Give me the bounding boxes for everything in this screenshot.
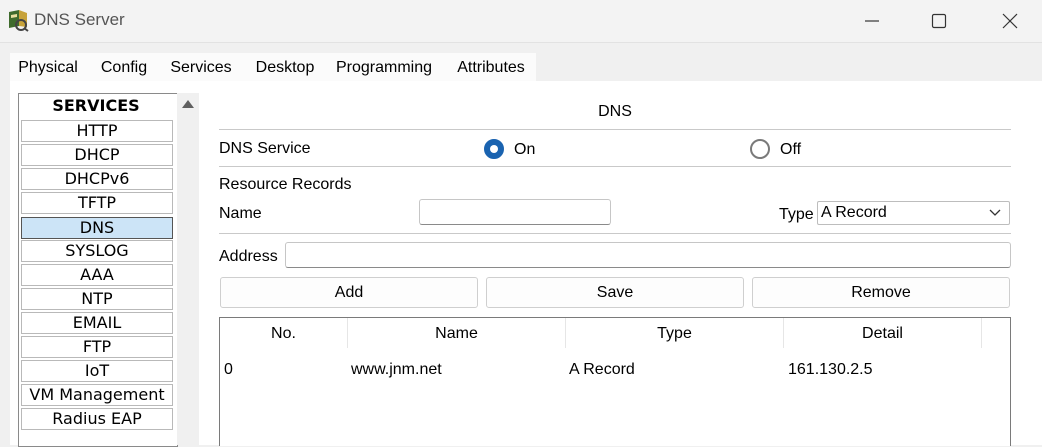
save-button[interactable]: Save [486, 277, 744, 308]
close-icon [1002, 13, 1018, 29]
dns-title: DNS [598, 103, 632, 120]
scroll-up-arrow-icon[interactable] [181, 99, 195, 109]
service-item-syslog[interactable]: SYSLOG [21, 240, 173, 262]
service-item-http[interactable]: HTTP [21, 120, 173, 142]
close-button[interactable] [980, 2, 1040, 40]
tab-config[interactable]: Config [94, 53, 154, 81]
service-item-vm-management[interactable]: VM Management [21, 384, 173, 406]
tab-attributes[interactable]: Attributes [451, 53, 531, 81]
maximize-icon [931, 13, 947, 29]
service-item-aaa[interactable]: AAA [21, 264, 173, 286]
services-list[interactable]: SERVICES HTTP DHCP DHCPv6 TFTP DNS SYSLO… [18, 93, 178, 447]
column-header-detail[interactable]: Detail [784, 318, 982, 348]
tab-desktop[interactable]: Desktop [250, 53, 320, 81]
column-header-name[interactable]: Name [348, 318, 566, 348]
cell-detail: 161.130.2.5 [788, 361, 873, 378]
dns-service-label: DNS Service [219, 140, 311, 157]
type-select[interactable]: A Record [817, 201, 1010, 225]
tab-physical[interactable]: Physical [10, 53, 86, 81]
service-item-iot[interactable]: IoT [21, 360, 173, 382]
dns-off-radio[interactable] [750, 139, 770, 159]
cell-no: 0 [224, 361, 233, 378]
services-header: SERVICES [21, 96, 171, 116]
column-header-no[interactable]: No. [220, 318, 348, 348]
divider [219, 233, 1011, 234]
divider [219, 166, 1011, 167]
resource-records-label: Resource Records [219, 176, 352, 193]
address-label: Address [219, 248, 278, 265]
services-panel: SERVICES HTTP DHCP DHCPv6 TFTP DNS SYSLO… [10, 81, 1042, 447]
service-item-ntp[interactable]: NTP [21, 288, 173, 310]
cell-type: A Record [569, 361, 635, 378]
tab-strip: Physical Config Services Desktop Program… [10, 53, 536, 85]
address-input[interactable] [285, 242, 1011, 268]
chevron-down-icon [989, 209, 1001, 216]
name-label: Name [219, 205, 262, 222]
service-item-email[interactable]: EMAIL [21, 312, 173, 334]
maximize-button[interactable] [909, 2, 969, 40]
dns-on-radio[interactable] [484, 139, 504, 159]
service-item-ftp[interactable]: FTP [21, 336, 173, 358]
tab-services[interactable]: Services [159, 53, 243, 85]
packet-tracer-server-icon [9, 10, 29, 32]
service-item-dhcpv6[interactable]: DHCPv6 [21, 168, 173, 190]
add-button[interactable]: Add [220, 277, 478, 308]
title-bar: DNS Server [0, 0, 1042, 43]
service-item-dhcp[interactable]: DHCP [21, 144, 173, 166]
window-title: DNS Server [34, 10, 125, 29]
remove-button[interactable]: Remove [752, 277, 1010, 308]
type-label: Type [779, 206, 814, 223]
divider [219, 129, 1011, 130]
dns-off-label[interactable]: Off [780, 141, 801, 159]
type-select-value: A Record [821, 204, 887, 221]
services-scrollbar[interactable] [177, 93, 199, 445]
minimize-button[interactable] [842, 2, 902, 40]
dns-on-label[interactable]: On [514, 141, 535, 159]
column-header-type[interactable]: Type [566, 318, 784, 348]
service-item-tftp[interactable]: TFTP [21, 192, 173, 214]
tab-programming[interactable]: Programming [332, 53, 436, 81]
dns-records-table: No. Name Type Detail 0 www.jnm.net A Rec… [219, 317, 1011, 446]
minimize-icon [865, 20, 879, 22]
name-input[interactable] [419, 199, 611, 225]
service-item-radius-eap[interactable]: Radius EAP [21, 408, 173, 430]
cell-name: www.jnm.net [351, 361, 442, 378]
service-item-dns[interactable]: DNS [21, 217, 173, 239]
